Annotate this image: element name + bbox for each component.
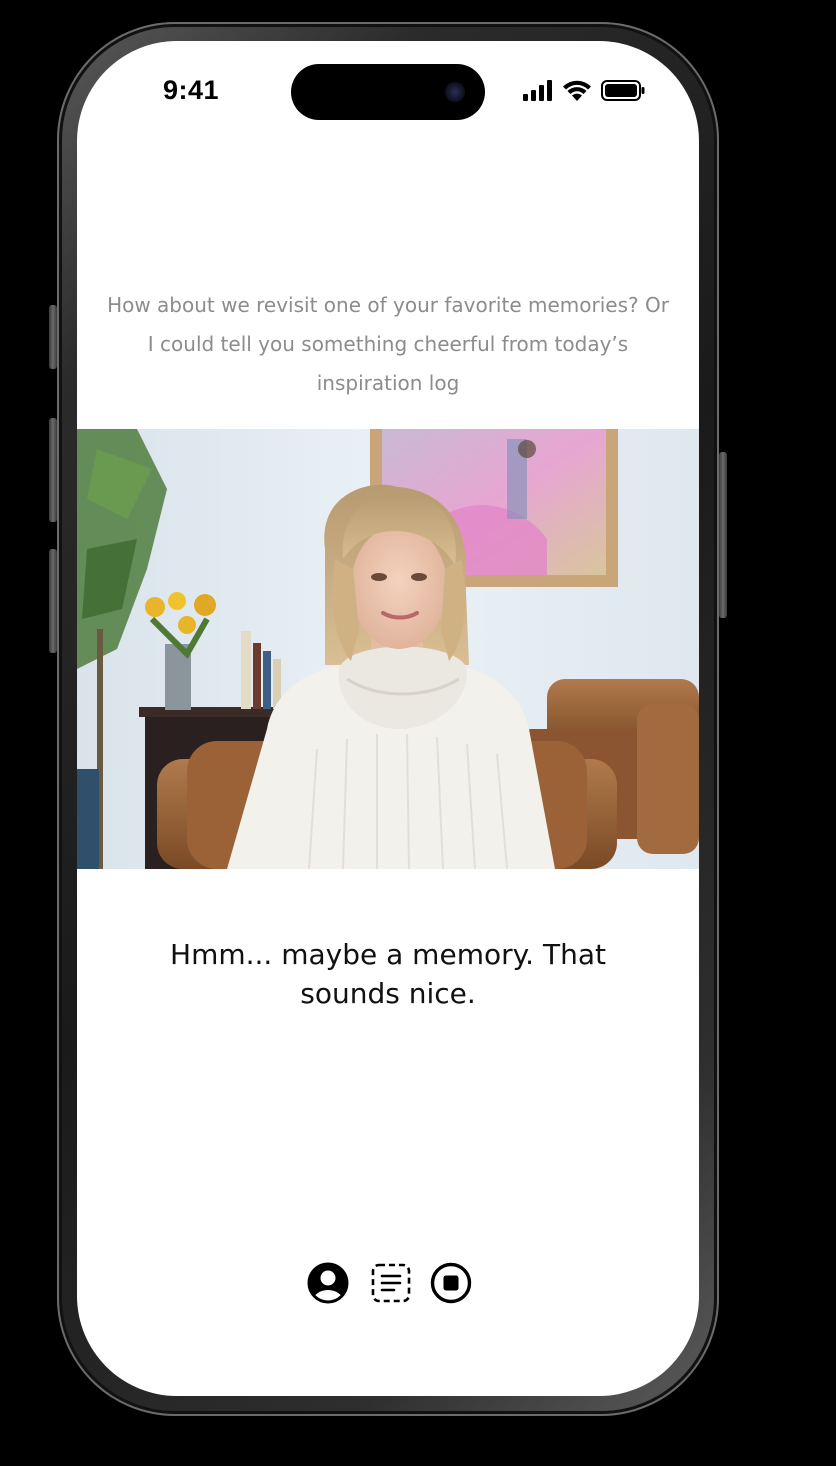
stop-button[interactable] [429,1261,473,1305]
assistant-prompt-text: How about we revisit one of your favorit… [107,293,669,395]
volume-up-button [49,418,57,522]
front-camera-icon [445,82,465,102]
action-button [49,305,57,369]
stop-circle-icon [430,1262,472,1304]
power-button [719,452,727,618]
profile-button[interactable] [306,1261,350,1305]
cellular-signal-icon [523,80,552,101]
battery-icon [601,80,645,101]
dynamic-island [291,64,485,120]
device-mockup: 9:41 How about we revisit one of your fa… [0,0,836,1466]
transcript-lines-icon [371,1263,411,1303]
call-controls [306,1261,474,1305]
wifi-icon [563,80,591,101]
status-time: 9:41 [163,75,220,105]
transcript-button[interactable] [369,1261,413,1305]
avatar-video[interactable] [77,429,699,869]
phone-screen: 9:41 How about we revisit one of your fa… [77,41,699,1396]
volume-down-button [49,549,57,653]
user-response-text: Hmm... maybe a memory. That sounds nice. [170,938,606,1010]
user-circle-icon [307,1262,349,1304]
status-icons [521,79,646,103]
